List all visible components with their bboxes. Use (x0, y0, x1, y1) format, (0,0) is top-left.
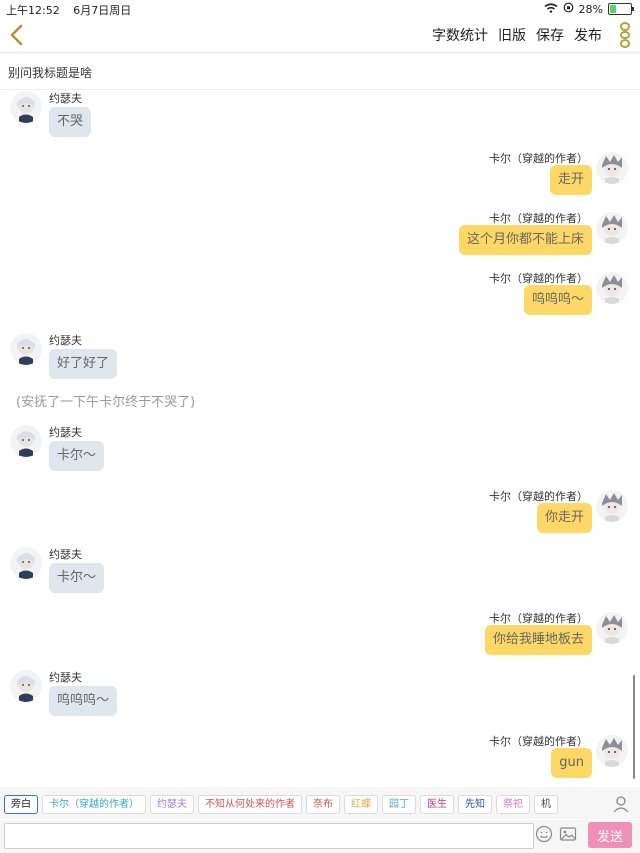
message-bubble[interactable]: 你给我睡地板去 (484, 625, 592, 655)
old-version-button[interactable]: 旧版 (498, 25, 526, 45)
role-chip-narrator[interactable]: 旁白 (4, 795, 38, 814)
message-bubble[interactable]: 卡尔～ (49, 563, 105, 593)
speaker-name: 卡尔（穿越的作者） (489, 735, 588, 748)
role-selector-bar: 旁白 卡尔（穿越的作者） 约瑟夫 不知从何处来的作者 奈布 红蝶 园丁 医生 先… (0, 787, 640, 819)
avatar-joseph[interactable] (10, 547, 42, 579)
speaker-name: 约瑟夫 (49, 426, 82, 439)
message-left[interactable]: 约瑟夫 不哭 (0, 90, 640, 140)
message-right[interactable]: 卡尔（穿越的作者） 你走开 (0, 486, 640, 536)
story-title[interactable]: 别问我标题是啥 (8, 64, 92, 81)
message-left[interactable]: 约瑟夫 卡尔～ (0, 546, 640, 596)
speaker-name: 约瑟夫 (49, 671, 82, 684)
speaker-name: 约瑟夫 (49, 548, 82, 561)
story-title-bar: 别问我标题是啥 (0, 53, 640, 90)
image-icon[interactable] (559, 825, 577, 843)
message-right[interactable]: 卡尔（穿越的作者） 这个月你都不能上床 (0, 208, 640, 258)
status-time: 上午12:52 (6, 4, 60, 17)
speaker-name: 约瑟夫 (49, 92, 82, 105)
speaker-name: 卡尔（穿越的作者） (489, 152, 588, 165)
message-bubble[interactable]: 好了好了 (49, 349, 118, 379)
avatar-joseph[interactable] (10, 333, 42, 365)
message-bubble[interactable]: 呜呜呜～ (49, 686, 118, 716)
back-icon[interactable] (6, 23, 30, 47)
publish-button[interactable]: 发布 (574, 25, 602, 45)
person-icon[interactable] (610, 793, 632, 815)
orientation-lock-icon (563, 2, 574, 16)
more-icon[interactable] (618, 22, 632, 49)
message-bubble[interactable]: gun (551, 748, 592, 778)
battery-icon (608, 3, 634, 15)
chat-area[interactable]: 约瑟夫 不哭 卡尔（穿越的作者） 走开 卡尔（穿越的作者） 这个月你都不能上床 … (0, 90, 640, 782)
avatar-joseph[interactable] (10, 425, 42, 457)
word-count-button[interactable]: 字数统计 (432, 25, 488, 45)
message-left[interactable]: 约瑟夫 呜呜呜～ (0, 669, 640, 719)
speaker-name: 卡尔（穿越的作者） (489, 612, 588, 625)
role-chip-unknown-author[interactable]: 不知从何处来的作者 (198, 795, 302, 814)
message-right[interactable]: 卡尔（穿越的作者） 呜呜呜～ (0, 268, 640, 318)
nav-bar: 字数统计 旧版 保存 发布 (0, 18, 640, 53)
role-chip-karl[interactable]: 卡尔（穿越的作者） (42, 795, 146, 814)
avatar-karl[interactable] (596, 490, 628, 522)
save-button[interactable]: 保存 (536, 25, 564, 45)
message-bubble[interactable]: 这个月你都不能上床 (458, 225, 592, 255)
status-bar: 上午12:52 6月7日周日 28% (0, 0, 640, 18)
wifi-icon (544, 2, 558, 16)
narration-text[interactable]: (安抚了一下午卡尔终于不哭了) (16, 391, 195, 410)
role-chip-machine[interactable]: 机 (534, 795, 558, 814)
avatar-joseph[interactable] (10, 91, 42, 123)
role-chip-seer[interactable]: 先知 (458, 795, 492, 814)
send-button[interactable]: 发送 (588, 822, 632, 848)
avatar-karl[interactable] (596, 612, 628, 644)
input-bar: 发送 (0, 820, 640, 853)
avatar-joseph[interactable] (10, 670, 42, 702)
speaker-name: 约瑟夫 (49, 334, 82, 347)
status-right: 28% (544, 2, 634, 16)
role-chip-red-butterfly[interactable]: 红蝶 (344, 795, 378, 814)
speaker-name: 卡尔（穿越的作者） (489, 272, 588, 285)
battery-fill (610, 5, 617, 13)
message-left[interactable]: 约瑟夫 卡尔～ (0, 424, 640, 474)
status-date: 6月7日周日 (73, 4, 132, 17)
message-left[interactable]: 约瑟夫 好了好了 (0, 332, 640, 382)
avatar-karl[interactable] (596, 735, 628, 767)
avatar-karl[interactable] (596, 272, 628, 304)
message-right[interactable]: 卡尔（穿越的作者） 走开 (0, 148, 640, 198)
message-right[interactable]: 卡尔（穿越的作者） gun (0, 731, 640, 781)
message-bubble[interactable]: 你走开 (536, 503, 592, 533)
nav-actions: 字数统计 旧版 保存 发布 (432, 25, 602, 45)
role-chip-joseph[interactable]: 约瑟夫 (150, 795, 194, 814)
speaker-name: 卡尔（穿越的作者） (489, 490, 588, 503)
status-left: 上午12:52 6月7日周日 (6, 2, 141, 18)
speaker-name: 卡尔（穿越的作者） (489, 212, 588, 225)
avatar-karl[interactable] (596, 152, 628, 184)
message-bubble[interactable]: 呜呜呜～ (523, 285, 592, 315)
role-chip-naib[interactable]: 奈布 (306, 795, 340, 814)
battery-percent: 28% (578, 2, 603, 16)
message-input[interactable] (4, 823, 534, 849)
scrollbar[interactable] (633, 675, 635, 779)
role-chip-priestess[interactable]: 祭祀 (496, 795, 530, 814)
emoji-icon[interactable] (535, 825, 553, 843)
avatar-karl[interactable] (596, 212, 628, 244)
message-bubble[interactable]: 不哭 (49, 107, 92, 137)
message-right[interactable]: 卡尔（穿越的作者） 你给我睡地板去 (0, 608, 640, 658)
role-chip-gardener[interactable]: 园丁 (382, 795, 416, 814)
message-bubble[interactable]: 走开 (549, 165, 592, 195)
role-chip-doctor[interactable]: 医生 (420, 795, 454, 814)
message-bubble[interactable]: 卡尔～ (49, 441, 105, 471)
role-list: 旁白 卡尔（穿越的作者） 约瑟夫 不知从何处来的作者 奈布 红蝶 园丁 医生 先… (4, 795, 558, 814)
